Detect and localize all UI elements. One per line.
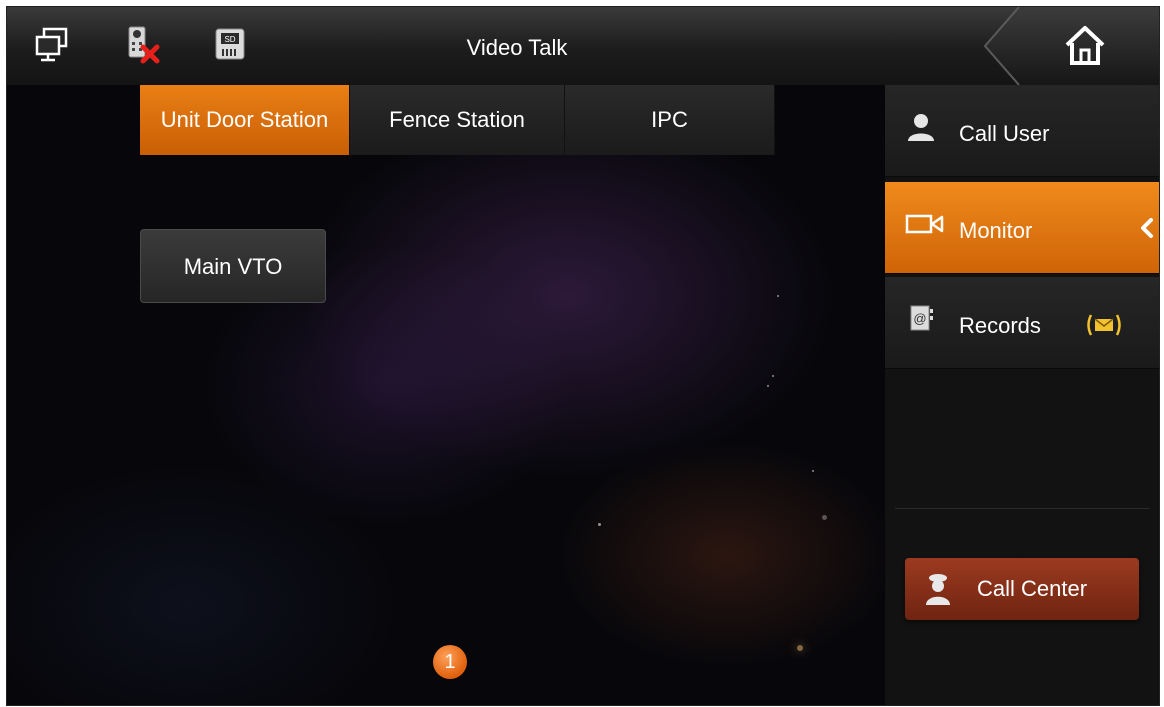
sd-card-icon[interactable]: SD	[211, 25, 251, 65]
user-icon	[905, 111, 937, 143]
svg-text:@: @	[913, 311, 926, 326]
tab-fence-station[interactable]: Fence Station	[350, 85, 565, 155]
monitor-panel: Unit Door Station Fence Station IPC Main…	[7, 85, 884, 705]
app-screen: SD Video Talk Unit Door Station Fence St…	[6, 6, 1160, 706]
sidebar-item-label: Monitor	[959, 218, 1033, 243]
sidebar-item-label: Call User	[959, 121, 1050, 146]
call-center-label: Call Center	[977, 576, 1088, 601]
sidebar: Call User Monitor @ Records Call Center	[884, 85, 1159, 705]
svg-text:SD: SD	[224, 35, 235, 44]
chevron-left-icon	[1140, 218, 1154, 244]
page-indicator[interactable]: 1	[433, 645, 467, 679]
home-button[interactable]	[979, 7, 1159, 86]
call-center-icon	[925, 572, 951, 612]
top-bar: SD Video Talk	[7, 7, 1159, 86]
call-center-button[interactable]: Call Center	[905, 558, 1139, 620]
sidebar-item-records[interactable]: @ Records	[885, 277, 1159, 369]
camera-icon	[905, 212, 945, 244]
door-station-offline-icon[interactable]	[123, 25, 163, 65]
divider	[895, 508, 1150, 509]
records-icon: @	[905, 303, 937, 335]
sidebar-item-label: Records	[959, 313, 1041, 338]
tab-ipc[interactable]: IPC	[565, 85, 775, 155]
device-type-tabs: Unit Door Station Fence Station IPC	[140, 85, 775, 157]
sidebar-item-monitor[interactable]: Monitor	[885, 182, 1159, 274]
page-title: Video Talk	[466, 35, 568, 60]
envelope-icon	[1085, 313, 1123, 343]
network-icon[interactable]	[33, 25, 73, 65]
sidebar-item-call-user[interactable]: Call User	[885, 85, 1159, 177]
tab-unit-door-station[interactable]: Unit Door Station	[140, 85, 350, 155]
main-vto-button[interactable]: Main VTO	[140, 229, 326, 303]
